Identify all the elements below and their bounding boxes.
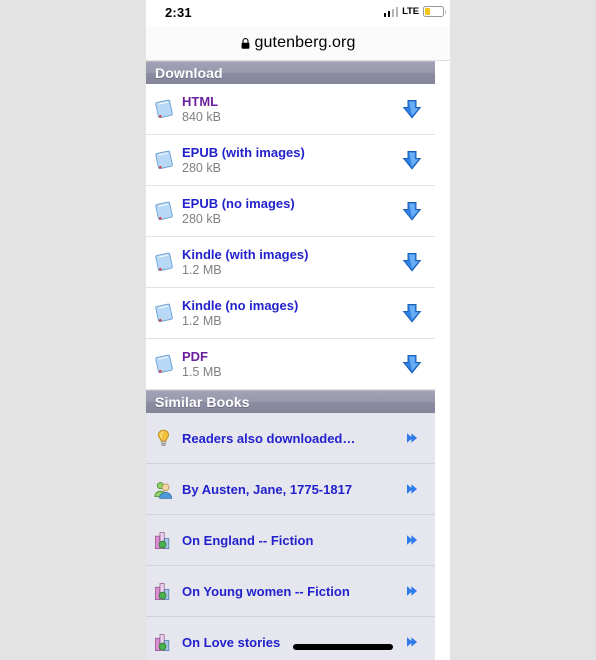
download-row-text: EPUB (no images) 280 kB — [182, 196, 402, 227]
download-arrow-icon[interactable] — [402, 303, 422, 324]
chevron-right-icon[interactable] — [406, 635, 420, 649]
download-row[interactable]: EPUB (with images) 280 kB — [146, 135, 435, 186]
phone-screen: 2:31 LTE gutenberg.org Download HTML 840… — [146, 0, 450, 660]
download-row[interactable]: HTML 840 kB — [146, 84, 435, 135]
lock-icon — [241, 37, 249, 49]
download-arrow-icon[interactable] — [402, 252, 422, 273]
similar-books-label[interactable]: Readers also downloaded… — [182, 431, 406, 446]
chevron-right-icon[interactable] — [406, 584, 420, 598]
download-size: 280 kB — [182, 211, 221, 226]
similar-books-label[interactable]: By Austen, Jane, 1775-1817 — [182, 482, 406, 497]
download-section-title: Download — [155, 65, 223, 81]
subject-icon — [155, 531, 170, 549]
battery-low-icon — [423, 6, 446, 17]
download-row-text: Kindle (with images) 1.2 MB — [182, 247, 402, 278]
similar-books-row[interactable]: Readers also downloaded… — [146, 413, 435, 464]
chevron-right-icon[interactable] — [406, 533, 420, 547]
download-arrow-icon[interactable] — [402, 201, 422, 222]
book-file-icon — [155, 150, 173, 169]
similar-books-label[interactable]: On Love stories — [182, 635, 406, 650]
download-title[interactable]: PDF — [182, 349, 402, 364]
download-title[interactable]: HTML — [182, 94, 402, 109]
similar-books-row[interactable]: By Austen, Jane, 1775-1817 — [146, 464, 435, 515]
similar-books-label-text: By Austen, Jane, 1775-1817 — [182, 481, 353, 497]
similar-books-label-text: On Young women -- Fiction — [182, 583, 350, 599]
similar-books-list: Readers also downloaded… By Austen, Jane… — [146, 413, 450, 660]
similar-books-row[interactable]: On Love stories — [146, 617, 435, 660]
similar-books-section-header: Similar Books — [146, 390, 435, 413]
url-text: gutenberg.org — [254, 34, 356, 51]
book-file-icon — [155, 303, 173, 322]
download-row-text: Kindle (no images) 1.2 MB — [182, 298, 402, 329]
download-list: HTML 840 kB EPUB (with images) 280 kB EP… — [146, 84, 450, 390]
similar-books-row[interactable]: On England -- Fiction — [146, 515, 435, 566]
network-type-label: LTE — [402, 6, 419, 17]
download-row[interactable]: EPUB (no images) 280 kB — [146, 186, 435, 237]
lightbulb-icon — [158, 429, 169, 446]
chevron-right-icon[interactable] — [406, 482, 420, 496]
download-row[interactable]: Kindle (with images) 1.2 MB — [146, 237, 435, 288]
address-bar[interactable]: gutenberg.org — [146, 26, 450, 61]
download-arrow-icon[interactable] — [402, 99, 422, 120]
download-size: 1.2 MB — [182, 313, 222, 328]
similar-books-section-title: Similar Books — [155, 394, 250, 410]
download-arrow-icon[interactable] — [402, 354, 422, 375]
download-size: 1.5 MB — [182, 364, 222, 379]
status-time: 2:31 — [165, 5, 192, 20]
similar-books-row[interactable]: On Young women -- Fiction — [146, 566, 435, 617]
download-row-text: EPUB (with images) 280 kB — [182, 145, 402, 176]
similar-books-label-text: Readers also downloaded… — [182, 430, 356, 446]
download-section-header: Download — [146, 61, 435, 84]
similar-books-label[interactable]: On Young women -- Fiction — [182, 584, 406, 599]
url-display[interactable]: gutenberg.org — [241, 34, 356, 52]
download-row-text: HTML 840 kB — [182, 94, 402, 125]
subject-icon — [155, 582, 170, 600]
signal-bars-icon — [383, 6, 399, 17]
download-row[interactable]: PDF 1.5 MB — [146, 339, 435, 390]
status-bar: 2:31 LTE — [146, 0, 450, 26]
similar-books-label[interactable]: On England -- Fiction — [182, 533, 406, 548]
download-title[interactable]: Kindle (no images) — [182, 298, 402, 313]
download-title[interactable]: Kindle (with images) — [182, 247, 402, 262]
download-size: 1.2 MB — [182, 262, 222, 277]
download-arrow-icon[interactable] — [402, 150, 422, 171]
download-size: 280 kB — [182, 160, 221, 175]
download-row-text: PDF 1.5 MB — [182, 349, 402, 380]
similar-books-label-text: On Love stories — [182, 634, 281, 650]
subject-icon — [155, 633, 170, 651]
download-title[interactable]: EPUB (no images) — [182, 196, 402, 211]
download-title[interactable]: EPUB (with images) — [182, 145, 402, 160]
download-size: 840 kB — [182, 109, 221, 124]
status-indicators: LTE — [383, 6, 446, 17]
book-file-icon — [155, 99, 173, 118]
book-file-icon — [155, 201, 173, 220]
people-icon — [154, 481, 173, 499]
chevron-right-icon[interactable] — [406, 431, 420, 445]
similar-books-label-text: On England -- Fiction — [182, 532, 314, 548]
redaction-bar — [293, 643, 393, 650]
book-file-icon — [155, 354, 173, 373]
download-row[interactable]: Kindle (no images) 1.2 MB — [146, 288, 435, 339]
book-file-icon — [155, 252, 173, 271]
